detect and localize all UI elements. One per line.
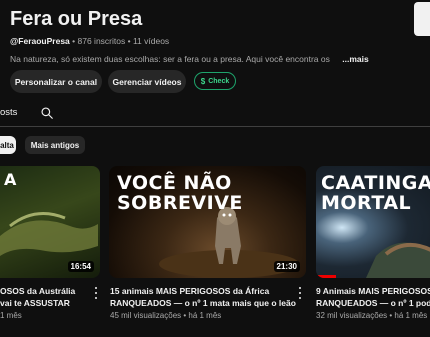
dollar-icon: $ (200, 76, 206, 86)
thumbnail-text: CAATINGA (321, 172, 430, 194)
chip-oldest[interactable]: Mais antigos (25, 136, 85, 154)
video-thumbnail[interactable]: A 16:54 (0, 166, 100, 278)
video-duration: 21:30 (273, 261, 300, 272)
thumbnail-text: VOCÊ NÃO (117, 172, 232, 194)
watch-progress (316, 275, 336, 278)
tab-posts[interactable]: osts (0, 107, 17, 118)
check-button[interactable]: $ Check (194, 72, 236, 90)
video-title-line[interactable]: RANQUEADOS — o nº 1 mata mais que o leão (110, 297, 296, 309)
channel-name: Fera ou Presa (10, 8, 143, 30)
video-menu-icon[interactable] (296, 285, 304, 301)
video-title-line[interactable]: RANQUEADOS — o nº 1 pode (316, 297, 430, 309)
search-icon[interactable] (40, 106, 54, 120)
channel-description[interactable]: Na natureza, só existem duas escolhas: s… (10, 54, 369, 64)
check-label: Check (208, 77, 230, 85)
video-stats: 1 mês (0, 311, 22, 320)
thumbnail-text: MORTAL (321, 192, 412, 214)
subscriber-count: 876 inscritos (77, 36, 126, 46)
description-text: Na natureza, só existem duas escolhas: s… (10, 54, 330, 64)
video-count: 11 vídeos (132, 36, 170, 46)
manage-videos-button[interactable]: Gerenciar vídeos (108, 70, 186, 93)
description-more-link[interactable]: ...mais (342, 54, 368, 64)
video-stats: 45 mil visualizações • há 1 mês (110, 311, 222, 320)
video-menu-icon[interactable] (92, 285, 100, 301)
video-duration: 16:54 (67, 261, 94, 272)
video-stats: 32 mil visualizações • há 1 mês (316, 311, 428, 320)
channel-avatar[interactable] (414, 2, 430, 36)
video-title-line[interactable]: 15 animais MAIS PERIGOSOS da África (110, 285, 269, 297)
thumbnail-text: SOBREVIVE (117, 192, 243, 214)
video-title-line[interactable]: vai te ASSUSTAR (0, 297, 70, 309)
video-thumbnail[interactable]: CAATINGA MORTAL (316, 166, 430, 278)
channel-handle: @FeraouPresa (10, 36, 70, 46)
video-title-line[interactable]: OSOS da Austrália (0, 285, 75, 297)
tabs-divider (0, 126, 430, 127)
video-title-line[interactable]: 9 Animais MAIS PERIGOSOS da (316, 285, 430, 297)
video-thumbnail[interactable]: VOCÊ NÃO SOBREVIVE 21:30 (109, 166, 306, 278)
thumbnail-text: A (4, 170, 17, 189)
chip-popular[interactable]: alta (0, 136, 16, 154)
customize-channel-button[interactable]: Personalizar o canal (10, 70, 102, 93)
channel-meta: @FeraouPresa • 876 inscritos • 11 vídeos (10, 36, 169, 46)
